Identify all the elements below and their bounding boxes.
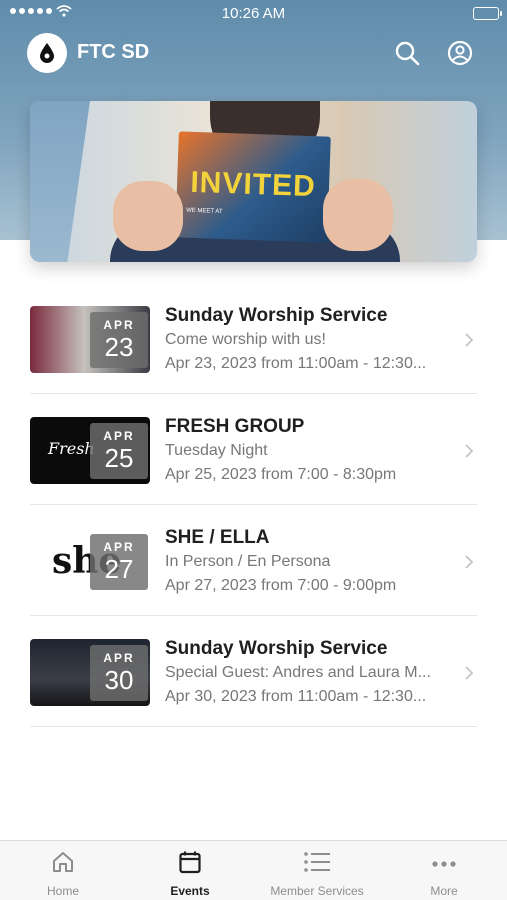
tab-bar: Home Events Member Services More — [0, 840, 507, 900]
chevron-right-icon — [465, 333, 473, 347]
event-title: Sunday Worship Service — [165, 305, 388, 326]
event-thumbnail: Fresh APR 25 — [30, 417, 150, 484]
date-day: 25 — [104, 443, 134, 473]
event-title: SHE / ELLA — [165, 527, 270, 548]
event-title: FRESH GROUP — [165, 416, 305, 437]
chevron-right-icon — [465, 444, 473, 458]
featured-banner[interactable]: INVITED WE MEET AT — [30, 101, 477, 262]
drop-logo-icon — [40, 43, 54, 63]
event-title: Sunday Worship Service — [165, 638, 388, 659]
event-thumbnail: APR 30 — [30, 639, 150, 706]
date-day: 30 — [104, 665, 134, 695]
date-day: 23 — [104, 332, 134, 362]
event-time: Apr 23, 2023 from 11:00am - 12:30... — [165, 355, 427, 372]
tab-member-services[interactable]: Member Services — [254, 841, 380, 900]
tab-label: Home — [46, 884, 79, 898]
event-subtitle: Special Guest: Andres and Laura M... — [165, 664, 431, 681]
date-badge: APR 25 — [90, 423, 148, 479]
date-month: APR — [103, 318, 135, 332]
event-time: Apr 27, 2023 from 7:00 - 9:00pm — [165, 577, 397, 594]
battery-icon — [473, 7, 502, 20]
event-subtitle: Tuesday Night — [165, 442, 268, 459]
app-logo[interactable] — [27, 33, 67, 73]
event-subtitle: In Person / En Persona — [165, 553, 331, 570]
search-icon — [395, 41, 420, 66]
date-badge: APR 27 — [90, 534, 148, 590]
invite-card-title: INVITED — [189, 165, 317, 204]
invite-card-sub: WE MEET AT — [186, 207, 223, 215]
more-icon — [432, 861, 456, 867]
thumbnail-logo-text: Fresh — [48, 439, 95, 458]
profile-icon — [447, 40, 473, 66]
tab-home[interactable]: Home — [0, 841, 126, 900]
event-list: APR 23 Sunday Worship Service Come worsh… — [30, 283, 477, 727]
banner-flag — [30, 101, 90, 262]
status-time: 10:26 AM — [221, 5, 286, 22]
tab-events[interactable]: Events — [127, 841, 253, 900]
app-title: FTC SD — [77, 41, 150, 63]
chevron-right-icon — [465, 666, 473, 680]
event-row[interactable]: APR 30 Sunday Worship Service Special Gu… — [30, 616, 477, 727]
banner-hand-right — [323, 179, 393, 251]
date-month: APR — [103, 651, 135, 665]
date-badge: APR 23 — [90, 312, 148, 368]
event-thumbnail: she APR 27 — [30, 528, 150, 595]
invite-card: INVITED WE MEET AT — [175, 131, 331, 243]
calendar-icon — [179, 851, 201, 874]
date-month: APR — [103, 540, 135, 554]
event-thumbnail: APR 23 — [30, 306, 150, 373]
app-bar: FTC SD — [0, 32, 507, 76]
tab-label: More — [430, 884, 458, 898]
date-badge: APR 30 — [90, 645, 148, 701]
list-icon — [304, 852, 330, 872]
tab-label: Member Services — [270, 884, 364, 898]
event-row[interactable]: APR 23 Sunday Worship Service Come worsh… — [30, 283, 477, 394]
tab-label: Events — [170, 884, 210, 898]
tab-more[interactable]: More — [381, 841, 507, 900]
date-month: APR — [103, 429, 135, 443]
search-button[interactable] — [392, 38, 422, 68]
profile-button[interactable] — [445, 38, 475, 68]
home-icon — [53, 852, 73, 872]
status-bar: 10:26 AM — [0, 0, 507, 28]
chevron-right-icon — [465, 555, 473, 569]
event-subtitle: Come worship with us! — [165, 331, 326, 348]
event-row[interactable]: she APR 27 SHE / ELLA In Person / En Per… — [30, 505, 477, 616]
banner-hand-left — [113, 181, 183, 251]
event-row[interactable]: Fresh APR 25 FRESH GROUP Tuesday Night A… — [30, 394, 477, 505]
event-time: Apr 30, 2023 from 11:00am - 12:30... — [165, 688, 427, 705]
event-time: Apr 25, 2023 from 7:00 - 8:30pm — [165, 466, 397, 483]
date-day: 27 — [104, 554, 134, 584]
